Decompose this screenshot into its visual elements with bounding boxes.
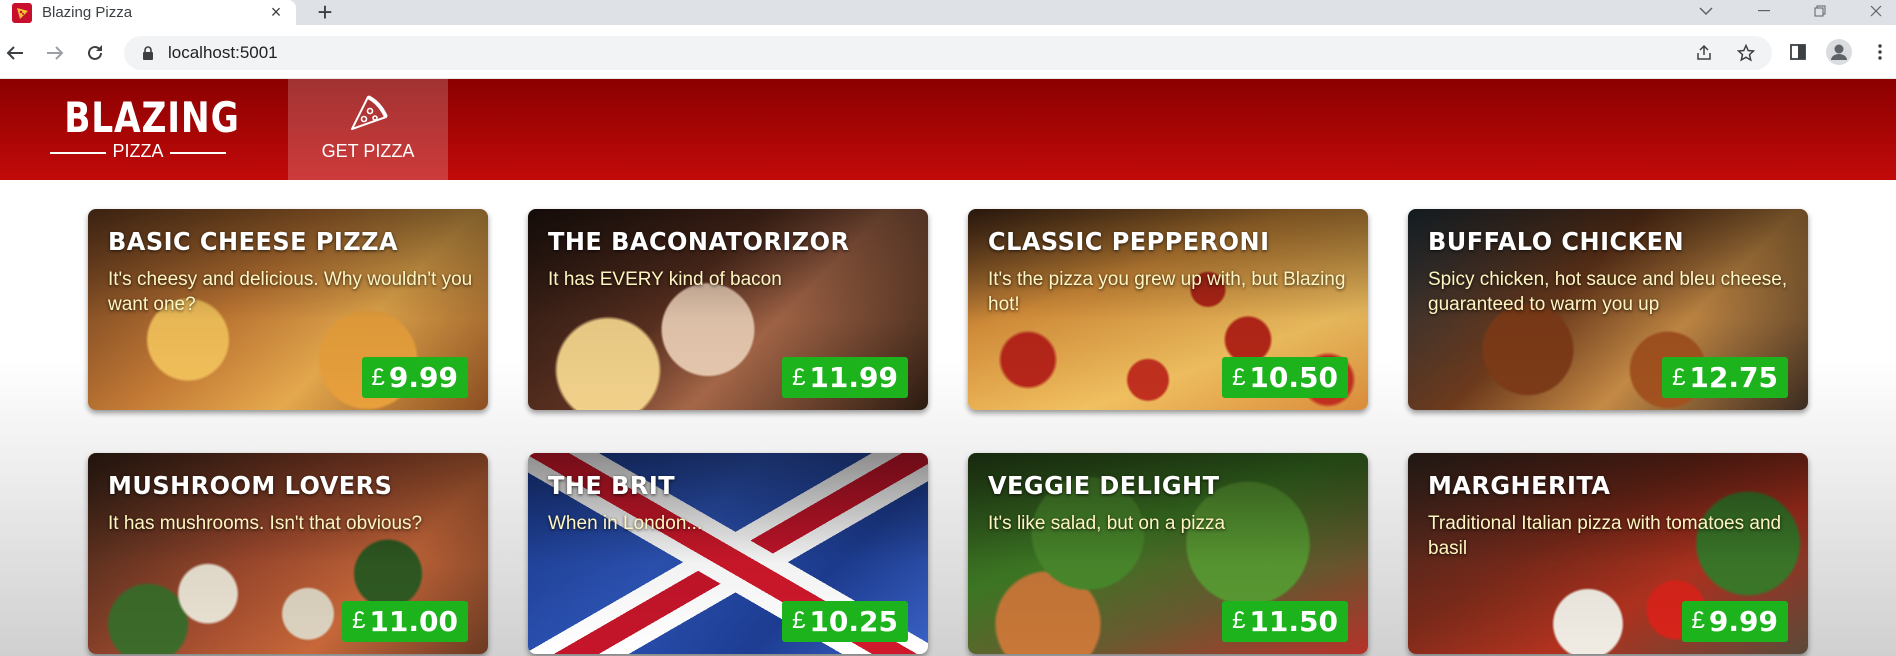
price-badge: £11.99 <box>782 357 908 398</box>
currency-symbol: £ <box>1232 607 1246 634</box>
profile-avatar-icon[interactable] <box>1825 38 1853 66</box>
browser-toolbar: localhost:5001 <box>0 25 1896 79</box>
pizza-card-mushroom-lovers[interactable]: MUSHROOM LOVERS It has mushrooms. Isn't … <box>88 452 488 654</box>
back-arrow-icon[interactable] <box>2 40 28 66</box>
currency-symbol: £ <box>371 363 385 391</box>
price-value: 11.50 <box>1249 604 1338 638</box>
pizza-title: VEGGIE DELIGHT <box>988 470 1220 500</box>
lock-icon[interactable] <box>138 46 158 60</box>
side-panel-icon[interactable] <box>1784 38 1812 66</box>
pizza-description: Traditional Italian pizza with tomatoes … <box>1428 512 1782 559</box>
main-content: BASIC CHEESE PIZZA It's cheesy and delic… <box>0 180 1896 656</box>
address-bar[interactable]: localhost:5001 <box>124 36 1772 70</box>
pizza-card-basic-cheese[interactable]: BASIC CHEESE PIZZA It's cheesy and delic… <box>88 209 488 410</box>
tab-close-icon[interactable]: × <box>264 1 288 25</box>
restore-icon[interactable] <box>1800 0 1840 22</box>
price-badge: £9.99 <box>361 357 468 398</box>
price-badge: £12.75 <box>1662 357 1788 398</box>
browser-tab[interactable]: Blazing Pizza × <box>0 0 296 25</box>
tab-title: Blazing Pizza <box>42 4 133 21</box>
bookmark-star-icon[interactable] <box>1734 41 1758 65</box>
pizza-description: It's the pizza you grew up with, but Bla… <box>988 269 1346 315</box>
price-badge: £10.50 <box>1222 357 1348 398</box>
pizza-slice-icon <box>344 91 392 139</box>
currency-symbol: £ <box>1672 363 1686 391</box>
pizza-card-veggie-delight[interactable]: VEGGIE DELIGHT It's like salad, but on a… <box>968 452 1368 654</box>
price-badge: £10.25 <box>782 600 908 642</box>
pizza-card-margherita[interactable]: MARGHERITA Traditional Italian pizza wit… <box>1408 452 1808 654</box>
new-tab-button[interactable]: + <box>310 0 340 27</box>
pizza-favicon-icon <box>12 2 32 23</box>
logo-line-right <box>170 152 226 154</box>
minimize-icon[interactable] <box>1744 0 1784 22</box>
site-header: BLAZING PIZZA GET PIZZA <box>0 79 1896 180</box>
pizza-description: It's like salad, but on a pizza <box>988 512 1226 534</box>
pizza-title: THE BACONATORIZOR <box>548 227 850 256</box>
pizza-title: BASIC CHEESE PIZZA <box>108 227 399 256</box>
currency-symbol: £ <box>1691 607 1705 634</box>
currency-symbol: £ <box>1232 363 1246 391</box>
logo-main-text: BLAZING <box>64 93 240 142</box>
pizza-description: When in London... <box>548 512 703 534</box>
pizza-description: It's cheesy and delicious. Why wouldn't … <box>108 269 473 315</box>
nav-get-pizza-label: GET PIZZA <box>321 141 415 161</box>
price-value: 10.25 <box>809 604 898 638</box>
pizza-title: MARGHERITA <box>1428 470 1611 500</box>
price-value: 12.75 <box>1689 361 1778 394</box>
pizza-description: Spicy chicken, hot sauce and bleu cheese… <box>1428 269 1788 315</box>
price-value: 11.00 <box>369 604 458 638</box>
currency-symbol: £ <box>352 607 366 634</box>
pizza-title: CLASSIC PEPPERONI <box>988 227 1270 256</box>
pizza-card-buffalo-chicken[interactable]: BUFFALO CHICKEN Spicy chicken, hot sauce… <box>1408 209 1808 410</box>
price-badge: £9.99 <box>1681 600 1788 642</box>
price-value: 9.99 <box>1708 604 1778 638</box>
pizza-title: THE BRIT <box>548 470 676 500</box>
blazing-pizza-logo[interactable]: BLAZING PIZZA <box>48 91 240 166</box>
currency-symbol: £ <box>792 607 806 634</box>
nav-get-pizza[interactable]: GET PIZZA <box>288 79 448 180</box>
reload-icon[interactable] <box>82 40 108 66</box>
url-text: localhost:5001 <box>168 43 278 62</box>
price-value: 9.99 <box>388 361 458 394</box>
forward-arrow-icon[interactable] <box>42 40 68 66</box>
pizza-title: MUSHROOM LOVERS <box>108 470 393 500</box>
pizza-card-the-brit[interactable]: THE BRIT When in London... £10.25 <box>528 452 928 654</box>
price-badge: £11.00 <box>342 600 468 642</box>
pizza-grid: BASIC CHEESE PIZZA It's cheesy and delic… <box>88 209 1808 656</box>
pizza-card-baconatorizor[interactable]: THE BACONATORIZOR It has EVERY kind of b… <box>528 209 928 410</box>
pizza-card-classic-pepperoni[interactable]: CLASSIC PEPPERONI It's the pizza you gre… <box>968 209 1368 410</box>
browser-tabstrip: Blazing Pizza × + <box>0 0 1896 27</box>
menu-kebab-icon[interactable] <box>1866 38 1894 66</box>
price-badge: £11.50 <box>1222 600 1348 642</box>
price-value: 10.50 <box>1249 361 1338 394</box>
currency-symbol: £ <box>792 363 806 391</box>
share-icon[interactable] <box>1692 41 1716 65</box>
close-window-icon[interactable] <box>1856 0 1896 22</box>
tab-search-icon[interactable] <box>1686 0 1726 22</box>
pizza-description: It has mushrooms. Isn't that obvious? <box>108 512 423 534</box>
pizza-title: BUFFALO CHICKEN <box>1428 227 1685 256</box>
pizza-description: It has EVERY kind of bacon <box>548 269 782 290</box>
price-value: 11.99 <box>809 361 898 394</box>
